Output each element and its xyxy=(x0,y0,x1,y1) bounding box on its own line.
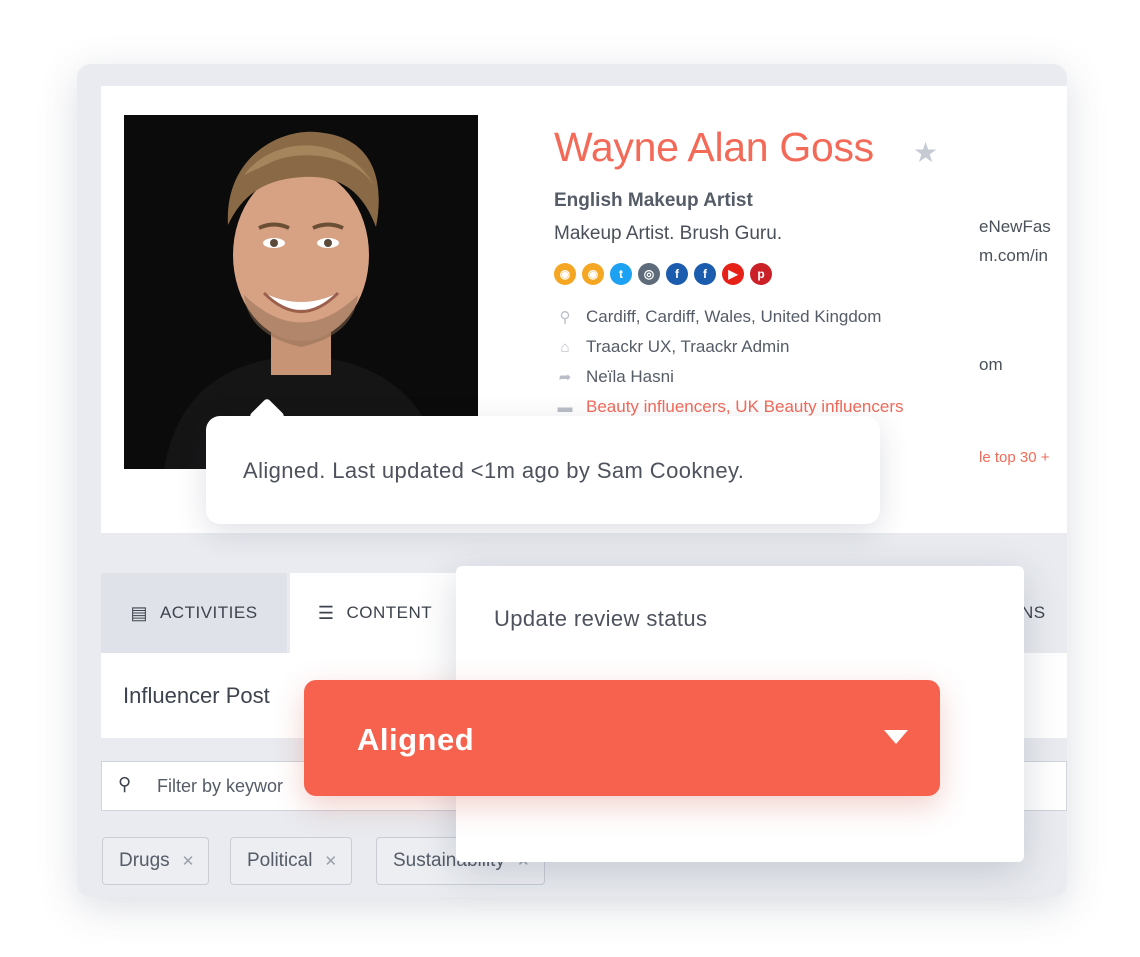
remove-chip-icon[interactable]: ✕ xyxy=(182,852,195,870)
influencer-bio: Makeup Artist. Brush Guru. xyxy=(554,223,783,244)
tooltip-text: Aligned. Last updated <1m ago by Sam Coo… xyxy=(243,458,745,483)
review-status-select[interactable]: Aligned xyxy=(304,680,940,796)
rss-icon[interactable]: ◉ xyxy=(582,263,604,285)
tab-partial[interactable]: NS xyxy=(1021,573,1067,653)
remove-chip-icon[interactable]: ✕ xyxy=(324,852,337,870)
assignee-row: ➦ Neïla Hasni xyxy=(554,367,674,387)
twitter-icon[interactable]: t xyxy=(610,263,632,285)
lists-link[interactable]: Beauty influencers, UK Beauty influencer… xyxy=(586,397,904,417)
owners-row: ⌂ Traackr UX, Traackr Admin xyxy=(554,337,789,357)
folder-icon: ▬ xyxy=(557,398,573,416)
activities-icon: ▤ xyxy=(130,602,148,623)
chip-label: Political xyxy=(247,850,313,871)
facebook-icon[interactable]: f xyxy=(666,263,688,285)
caret-down-icon xyxy=(884,730,908,744)
share-arrow-icon: ➦ xyxy=(558,369,572,386)
home-icon: ⌂ xyxy=(560,338,570,356)
rss-icon[interactable]: ◉ xyxy=(554,263,576,285)
youtube-icon[interactable]: ▶ xyxy=(722,263,744,285)
pinterest-icon[interactable]: p xyxy=(750,263,772,285)
location-pin-icon: ⚲ xyxy=(559,309,571,326)
selected-status: Aligned xyxy=(357,722,475,757)
truncated-list-link[interactable]: le top 30 + xyxy=(979,449,1067,466)
filter-placeholder: Filter by keywor xyxy=(157,776,284,796)
search-icon: ⚲ xyxy=(118,774,132,794)
location-text: Cardiff, Cardiff, Wales, United Kingdom xyxy=(586,307,882,326)
filter-chip[interactable]: Drugs ✕ xyxy=(102,837,210,885)
influencer-title: English Makeup Artist xyxy=(554,190,753,211)
chip-label: Drugs xyxy=(119,850,170,871)
facebook-icon[interactable]: f xyxy=(694,263,716,285)
assignee-text: Neïla Hasni xyxy=(586,367,674,386)
favorite-star-icon[interactable]: ★ xyxy=(913,136,938,169)
tab-label: CONTENT xyxy=(346,603,433,622)
filter-chip[interactable]: Political ✕ xyxy=(230,837,353,885)
truncated-link[interactable]: m.com/in xyxy=(979,246,1067,266)
truncated-text: om xyxy=(979,355,1003,374)
truncated-link[interactable]: eNewFas xyxy=(979,217,1067,237)
influencer-name: Wayne Alan Goss xyxy=(554,124,874,170)
social-links: ◉ ◉ t ◎ f f ▶ p xyxy=(554,263,772,285)
status-tooltip: Aligned. Last updated <1m ago by Sam Coo… xyxy=(206,416,880,524)
owners-text: Traackr UX, Traackr Admin xyxy=(586,337,790,356)
lists-row: ▬ Beauty influencers, UK Beauty influenc… xyxy=(554,397,904,417)
location-row: ⚲ Cardiff, Cardiff, Wales, United Kingdo… xyxy=(554,307,882,327)
section-title: Influencer Post xyxy=(123,683,270,708)
tab-activities[interactable]: ▤ ACTIVITIES xyxy=(101,573,287,653)
panel-heading: Update review status xyxy=(494,606,708,631)
tab-label: NS xyxy=(1021,603,1046,622)
tab-content[interactable]: ☰ CONTENT xyxy=(290,573,460,653)
tab-label: ACTIVITIES xyxy=(159,603,258,622)
instagram-icon[interactable]: ◎ xyxy=(638,263,660,285)
list-icon: ☰ xyxy=(317,602,335,623)
